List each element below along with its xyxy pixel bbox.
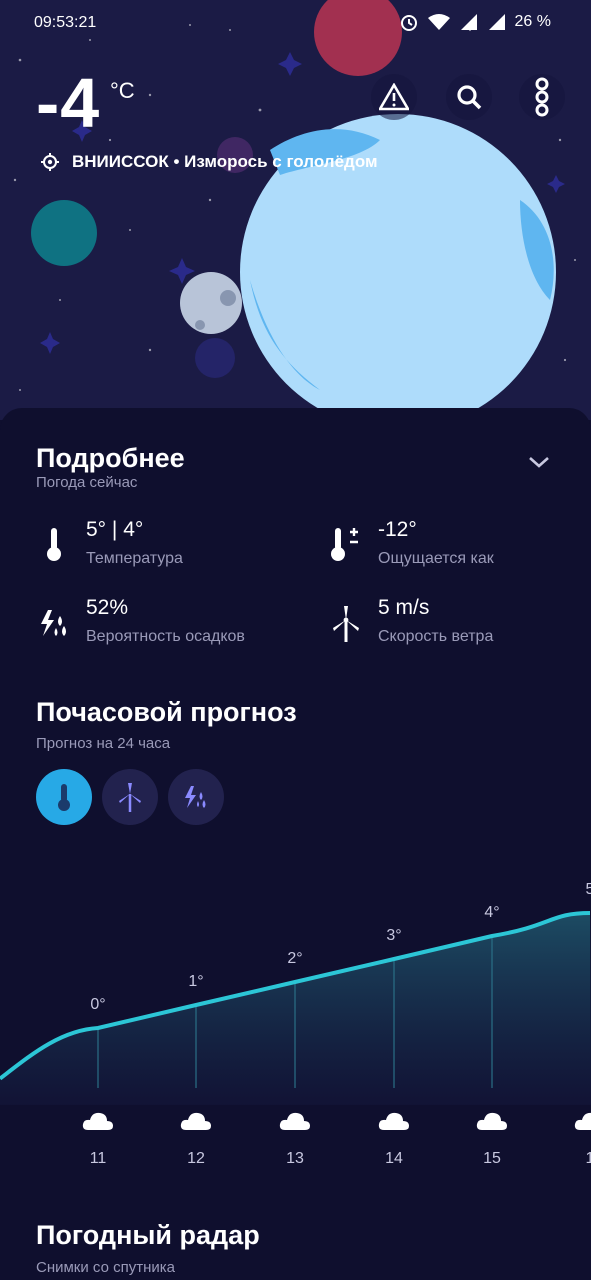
alert-button[interactable] <box>371 74 417 120</box>
chart-hour-label: 13 <box>286 1150 304 1167</box>
hourly-title: Почасовой прогноз <box>36 697 297 727</box>
chart-value-label: 0° <box>90 996 106 1013</box>
temperature-unit: °C <box>110 78 135 103</box>
tab-precipitation[interactable] <box>168 769 224 825</box>
location-row[interactable]: ВНИИССОК • Изморось с гололёдом <box>40 152 378 172</box>
metric-label: Ощущается как <box>378 550 494 567</box>
hero-background: 09:53:21 26 % -4 °C ВНИИССОК • Изморось … <box>0 0 591 420</box>
search-button[interactable] <box>446 74 492 120</box>
warning-icon <box>379 83 409 111</box>
chart-hour-label: 1 <box>585 1150 591 1167</box>
chart-hour-label: 12 <box>187 1150 205 1167</box>
metric-label: Вероятность осадков <box>86 628 245 645</box>
chart-value-label: 2° <box>287 950 303 967</box>
cloud-icon <box>82 1112 113 1130</box>
radar-subtitle: Снимки со спутника <box>36 1259 175 1276</box>
search-icon <box>457 85 482 110</box>
thermometer-feels-icon <box>331 528 358 561</box>
more-options-button[interactable] <box>519 74 565 120</box>
metric-feels-like: -12° Ощущается как <box>328 518 494 568</box>
precipitation-icon <box>185 786 206 808</box>
metric-value: 5° | 4° <box>86 518 144 541</box>
chart-value-label: 5 <box>585 881 591 898</box>
radar-title: Погодный радар <box>36 1220 260 1250</box>
thermometer-icon <box>47 528 61 561</box>
details-title: Подробнее <box>36 443 185 473</box>
chart-hour-label: 15 <box>483 1150 501 1167</box>
alarm-icon <box>400 15 417 31</box>
thermometer-icon <box>58 784 70 811</box>
cloud-icon <box>279 1112 310 1130</box>
metric-value: 52% <box>86 596 129 619</box>
details-subtitle: Погода сейчас <box>36 474 138 491</box>
cloud-icon <box>378 1112 409 1130</box>
battery-percent: 26 % <box>514 13 551 30</box>
chart-hour-label: 11 <box>89 1150 107 1167</box>
more-vertical-icon <box>535 77 549 117</box>
location-target-icon <box>41 153 59 171</box>
metric-value: 5 m/s <box>378 596 430 619</box>
hourly-subtitle: Прогноз на 24 часа <box>36 735 171 752</box>
status-time: 09:53:21 <box>34 14 97 31</box>
metric-wind: 5 m/s Скорость ветра <box>328 596 493 646</box>
cloud-icon <box>180 1112 211 1130</box>
tab-temperature[interactable] <box>36 769 92 825</box>
tab-wind[interactable] <box>102 769 158 825</box>
metric-precipitation: 52% Вероятность осадков <box>36 596 245 646</box>
chevron-down-icon[interactable] <box>528 455 550 469</box>
status-bar: 09:53:21 26 % <box>0 12 591 36</box>
wind-turbine-icon <box>333 606 359 642</box>
precipitation-icon <box>41 610 66 636</box>
metric-label: Температура <box>86 550 183 567</box>
wifi-icon <box>427 14 450 30</box>
current-temperature: -4 <box>36 64 101 142</box>
chart-value-label: 4° <box>484 904 500 921</box>
hourly-temperature-chart <box>0 911 591 1105</box>
chart-hour-label: 14 <box>385 1150 403 1167</box>
cloud-icon <box>574 1112 591 1130</box>
signal-icon-2 <box>488 14 505 30</box>
location-condition: ВНИИССОК • Изморось с гололёдом <box>72 152 378 171</box>
space-illustration <box>13 0 576 420</box>
metric-temperature: 5° | 4° Температура <box>36 518 183 568</box>
chart-value-label: 1° <box>188 973 204 990</box>
metric-label: Скорость ветра <box>378 628 494 645</box>
chart-value-label: 3° <box>386 927 402 944</box>
wind-turbine-icon <box>119 783 141 812</box>
cloud-icon <box>476 1112 507 1130</box>
signal-icon <box>460 14 477 30</box>
metric-value: -12° <box>378 518 417 541</box>
